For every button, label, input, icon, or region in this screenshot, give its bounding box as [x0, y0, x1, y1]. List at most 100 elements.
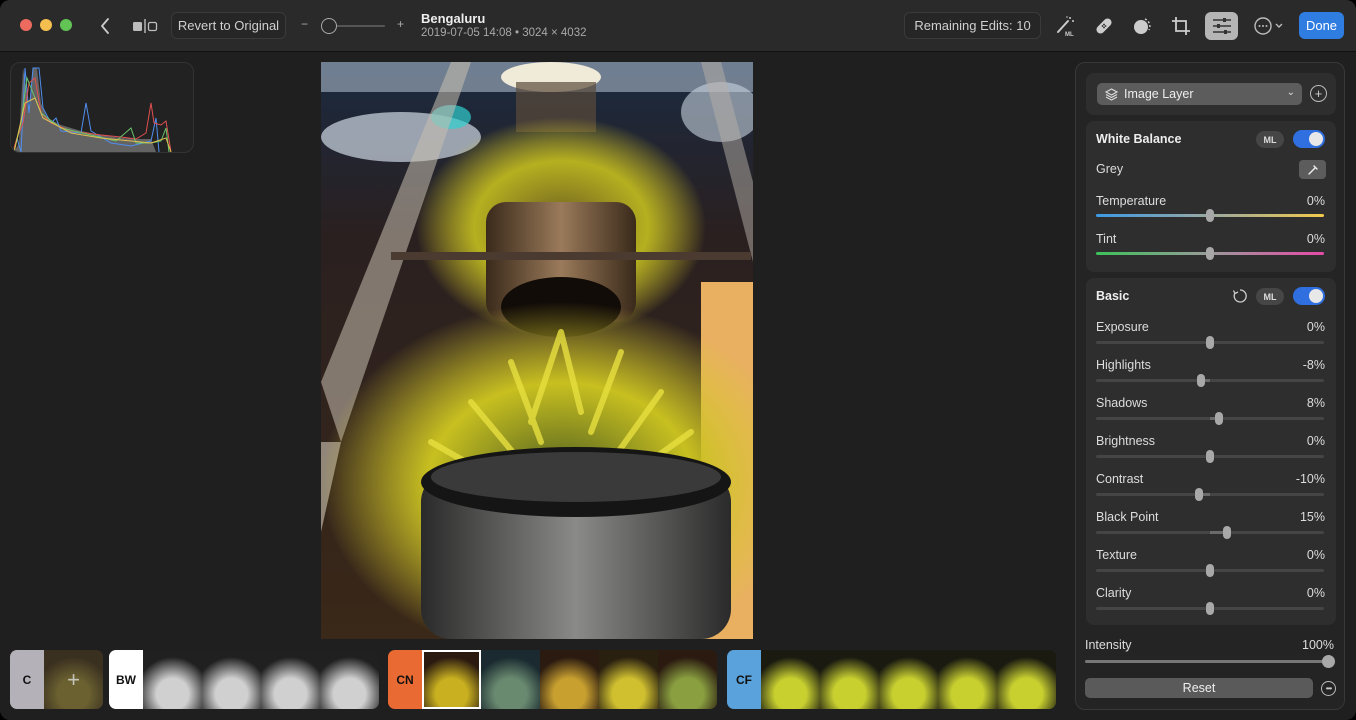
reset-more-button[interactable]: ••• — [1321, 681, 1336, 696]
white-balance-title: White Balance — [1096, 132, 1182, 146]
preset-group-c[interactable]: C + — [10, 650, 103, 709]
photo-canvas[interactable] — [321, 62, 753, 639]
revert-to-original-button[interactable]: Revert to Original — [171, 12, 286, 39]
crop-button[interactable] — [1169, 14, 1193, 38]
preset-thumbnail[interactable] — [261, 650, 320, 709]
magic-wand-ml-icon: ML — [1057, 16, 1074, 37]
basic-title: Basic — [1096, 289, 1130, 303]
contrast-slider[interactable] — [1096, 488, 1324, 501]
preset-group-cn[interactable]: CN — [388, 650, 717, 709]
shadows-slider[interactable] — [1096, 412, 1324, 425]
app-window: Revert to Original − + Bengaluru 2019-07… — [0, 0, 1356, 720]
preset-group-bw[interactable]: BW — [109, 650, 379, 709]
temperature-value: 0% — [1306, 194, 1325, 208]
temperature-slider[interactable] — [1096, 209, 1324, 222]
more-options-button[interactable] — [1252, 15, 1286, 37]
preset-thumbnail[interactable] — [879, 650, 938, 709]
exposure-label: Exposure — [1096, 320, 1149, 334]
grey-picker-button[interactable] — [1299, 160, 1326, 179]
shadows-slider-knob[interactable] — [1215, 412, 1224, 425]
intensity-value: 100% — [1302, 638, 1334, 652]
photo-image — [321, 62, 753, 639]
clarity-slider-knob[interactable] — [1206, 602, 1214, 615]
preset-thumbnail[interactable] — [143, 650, 202, 709]
intensity-slider[interactable] — [1085, 660, 1329, 663]
white-balance-toggle[interactable] — [1293, 130, 1325, 148]
preset-thumbnail[interactable] — [540, 650, 599, 709]
brightness-slider-knob[interactable] — [1206, 450, 1214, 463]
temperature-slider-knob[interactable] — [1206, 209, 1214, 222]
clarity-value: 0% — [1306, 586, 1325, 600]
black-point-slider-knob[interactable] — [1223, 526, 1232, 539]
ml-enhance-button[interactable]: ML — [1054, 14, 1078, 38]
basic-reset-button[interactable] — [1232, 288, 1248, 309]
preset-thumbnail[interactable] — [820, 650, 879, 709]
texture-slider-knob[interactable] — [1206, 564, 1214, 577]
preset-group-cf[interactable]: CF — [727, 650, 1056, 709]
highlights-slider-knob[interactable] — [1196, 374, 1205, 387]
preset-thumbnail[interactable] — [320, 650, 379, 709]
ellipsis-icon: ••• — [1325, 684, 1332, 693]
preset-thumbnail[interactable] — [599, 650, 658, 709]
minimize-window-button[interactable] — [40, 19, 52, 31]
brightness-slider[interactable] — [1096, 450, 1324, 463]
svg-text:ML: ML — [1065, 32, 1074, 37]
highlights-slider[interactable] — [1096, 374, 1324, 387]
preset-thumbnail[interactable] — [938, 650, 997, 709]
back-button[interactable] — [96, 15, 114, 37]
preset-group-tag[interactable]: BW — [109, 650, 143, 709]
preset-group-tag[interactable]: CF — [727, 650, 761, 709]
reset-button[interactable]: Reset — [1085, 678, 1313, 698]
clarity-slider[interactable] — [1096, 602, 1324, 615]
preset-thumbnail[interactable] — [422, 650, 481, 709]
eyedropper-icon — [1307, 164, 1318, 175]
preset-group-tag[interactable]: C — [10, 650, 44, 709]
exposure-slider[interactable] — [1096, 336, 1324, 349]
zoom-slider-knob[interactable] — [321, 18, 337, 34]
tint-slider-knob[interactable] — [1206, 247, 1214, 260]
exposure-slider-knob[interactable] — [1206, 336, 1214, 349]
sliders-icon — [1212, 18, 1231, 34]
preset-thumbnail[interactable]: + — [44, 650, 103, 709]
preset-thumbnail[interactable] — [997, 650, 1056, 709]
done-button[interactable]: Done — [1299, 12, 1344, 39]
chevron-left-icon — [101, 18, 109, 34]
contrast-slider-knob[interactable] — [1194, 488, 1203, 501]
basic-toggle[interactable] — [1293, 287, 1325, 305]
white-balance-ml-button[interactable]: ML — [1256, 131, 1284, 148]
black-point-value: 15% — [1299, 510, 1325, 524]
preset-thumbnail[interactable] — [202, 650, 261, 709]
texture-label: Texture — [1096, 548, 1137, 562]
basic-card: Basic ML Exposure 0% Highlights -8% Shad… — [1086, 278, 1336, 625]
tint-slider[interactable] — [1096, 247, 1324, 260]
adjust-button[interactable] — [1205, 12, 1238, 40]
layer-dropdown[interactable]: Image Layer ⌄ — [1097, 83, 1302, 105]
plus-circle-icon: + — [1314, 86, 1323, 101]
preset-group-tag[interactable]: CN — [388, 650, 422, 709]
mask-button[interactable] — [1130, 14, 1154, 38]
before-after-button[interactable] — [131, 16, 159, 36]
toolbar: Revert to Original − + Bengaluru 2019-07… — [0, 0, 1356, 52]
retouch-button[interactable] — [1092, 14, 1116, 38]
preset-thumbnail[interactable] — [658, 650, 717, 709]
basic-ml-button[interactable]: ML — [1256, 288, 1284, 305]
layer-card: Image Layer ⌄ + — [1086, 73, 1336, 115]
photo-metadata: 2019-07-05 14:08 • 3024 × 4032 — [421, 27, 587, 39]
black-point-slider[interactable] — [1096, 526, 1324, 539]
zoom-in-button[interactable]: + — [397, 17, 404, 31]
brightness-label: Brightness — [1096, 434, 1156, 448]
ellipsis-circle-icon — [1254, 17, 1283, 35]
adjustments-panel: Image Layer ⌄ + White Balance ML Grey Te… — [1075, 62, 1345, 710]
zoom-window-button[interactable] — [60, 19, 72, 31]
preset-thumbnail[interactable] — [481, 650, 540, 709]
white-balance-card: White Balance ML Grey Temperature 0% Tin… — [1086, 121, 1336, 272]
close-window-button[interactable] — [20, 19, 32, 31]
intensity-slider-knob[interactable] — [1322, 655, 1335, 668]
photo-title: Bengaluru — [421, 11, 486, 26]
mask-circle-icon — [1134, 18, 1151, 34]
preset-thumbnail[interactable] — [761, 650, 820, 709]
contrast-label: Contrast — [1096, 472, 1144, 486]
add-layer-button[interactable]: + — [1310, 85, 1327, 102]
texture-slider[interactable] — [1096, 564, 1324, 577]
zoom-out-button[interactable]: − — [301, 17, 308, 31]
